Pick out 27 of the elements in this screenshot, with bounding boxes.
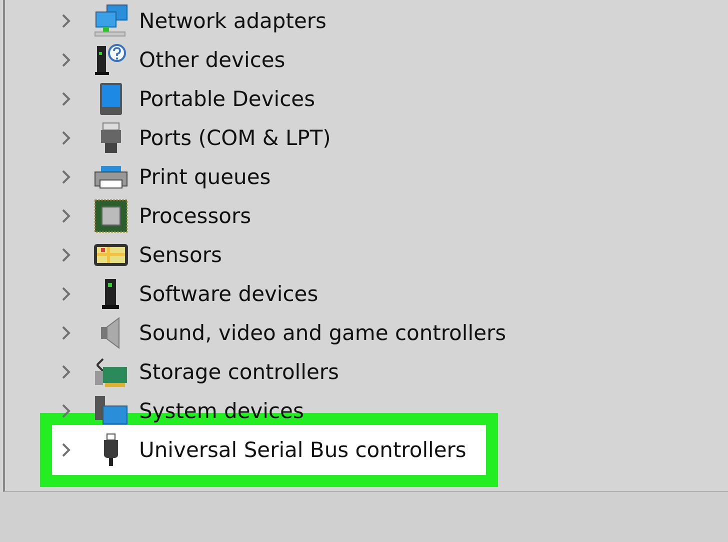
device-category[interactable]: Print queues — [139, 164, 271, 188]
expand-chevron[interactable] — [61, 52, 71, 68]
expand-chevron[interactable] — [61, 130, 71, 146]
device-category[interactable]: Universal Serial Bus controllers — [139, 438, 466, 462]
expand-chevron[interactable] — [61, 286, 71, 302]
device-category[interactable]: Ports (COM & LPT) — [139, 126, 331, 150]
chip-icon — [93, 198, 129, 232]
device-category[interactable]: Sound, video and game controllers — [139, 320, 506, 344]
tower-question-icon — [93, 42, 129, 76]
expand-chevron[interactable] — [61, 402, 71, 418]
computer-icon — [93, 394, 129, 428]
expand-chevron[interactable] — [61, 12, 71, 28]
device-category[interactable]: Storage controllers — [139, 360, 339, 384]
expand-chevron[interactable] — [61, 364, 71, 380]
device-category[interactable]: Network adapters — [139, 8, 326, 32]
device-category[interactable]: Software devices — [139, 282, 318, 306]
expand-chevron[interactable] — [61, 208, 71, 224]
device-category[interactable]: Other devices — [139, 48, 286, 72]
device-category[interactable]: Sensors — [139, 242, 222, 266]
device-category[interactable]: Portable Devices — [139, 86, 316, 110]
expand-chevron[interactable] — [61, 90, 71, 106]
expand-chevron[interactable] — [61, 246, 71, 262]
expand-chevron[interactable] — [61, 442, 71, 458]
expand-chevron[interactable] — [61, 324, 71, 340]
device-category[interactable]: Processors — [139, 204, 252, 228]
expand-chevron[interactable] — [61, 168, 71, 184]
monitors-icon — [93, 4, 129, 38]
